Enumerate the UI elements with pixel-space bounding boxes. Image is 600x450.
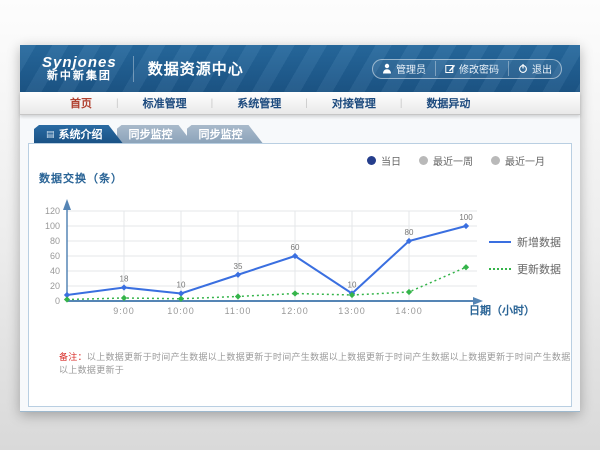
tab-item-2[interactable]: 同步监控: [187, 125, 263, 143]
logout-label: 退出: [532, 61, 552, 76]
nav-menu: 首页|标准管理|系统管理|对接管理|数据异动: [20, 92, 580, 115]
x-tick-label: 13:00: [338, 306, 366, 316]
footnote-prefix: 备注：: [59, 352, 87, 362]
data-point: [121, 284, 127, 290]
logo-company-name: 新中新集团: [42, 71, 117, 83]
radio-dot: [367, 156, 376, 165]
logout-button[interactable]: 退出: [508, 61, 561, 76]
nav-item-3[interactable]: 对接管理: [308, 95, 400, 111]
y-axis-arrow: [63, 199, 71, 210]
change-password-label: 修改密码: [459, 61, 499, 76]
legend-label: 更新数据: [517, 261, 561, 277]
data-point: [292, 290, 298, 296]
y-tick-label: 0: [55, 296, 60, 306]
user-name-label: 管理员: [396, 61, 426, 76]
radio-option-0[interactable]: 当日: [367, 153, 401, 168]
y-tick-label: 100: [45, 221, 60, 231]
footnote: 备注：以上数据更新于时间产生数据以上数据更新于时间产生数据以上数据更新于时间产生…: [59, 350, 571, 376]
x-tick-label: 10:00: [167, 306, 195, 316]
document-icon: ▤: [46, 130, 55, 139]
nav-item-0[interactable]: 首页: [46, 95, 116, 111]
data-point-label: 35: [234, 262, 243, 271]
data-point-label: 100: [459, 213, 473, 222]
current-user-button[interactable]: 管理员: [373, 61, 435, 76]
change-password-button[interactable]: 修改密码: [435, 61, 508, 76]
data-point: [406, 289, 412, 295]
legend-line-sample: [489, 268, 511, 270]
radio-dot: [419, 156, 428, 165]
range-radio-group: 当日 最近一周 最近一月: [367, 153, 545, 168]
y-tick-label: 40: [50, 266, 60, 276]
data-point-label: 60: [291, 243, 300, 252]
x-axis-arrow: [473, 297, 483, 305]
radio-option-1[interactable]: 最近一周: [419, 153, 473, 168]
logo-brand-name: Synjones: [42, 55, 117, 71]
header-divider: [133, 56, 134, 82]
app-title: 数据资源中心: [148, 58, 244, 79]
data-point: [235, 293, 241, 299]
x-tick-label: 11:00: [225, 306, 252, 316]
content-panel: 当日 最近一周 最近一月 数据交换（条） 0 20 40 60 80 100 120 9:00 10…: [28, 143, 572, 407]
x-tick-label: 14:00: [395, 306, 423, 316]
page: Synjones 新中新集团 数据资源中心 管理员 修改密码: [20, 45, 580, 412]
radio-label: 最近一月: [505, 153, 545, 168]
tab-label: 同步监控: [199, 126, 243, 142]
data-point: [463, 264, 469, 270]
nav-item-2[interactable]: 系统管理: [213, 95, 305, 111]
data-point-label: 10: [348, 281, 357, 290]
chart-legend: 新增数据更新数据: [489, 234, 561, 277]
data-point-label: 80: [405, 228, 414, 237]
chart-y-axis-title: 数据交换（条）: [39, 170, 123, 186]
legend-item-1: 更新数据: [489, 261, 561, 277]
radio-dot: [491, 156, 500, 165]
legend-item-0: 新增数据: [489, 234, 561, 250]
tab-item-0[interactable]: ▤ 系统介绍: [34, 125, 123, 143]
chart-svg: 0 20 40 60 80 100 120 9:00 10:00 11:00 12:00 13:00 1…: [37, 187, 537, 327]
nav-item-4[interactable]: 数据异动: [402, 95, 494, 111]
data-point: [463, 223, 469, 229]
y-tick-label: 120: [45, 206, 60, 216]
x-axis-title: 日期（小时）: [469, 303, 535, 317]
company-logo: Synjones 新中新集团: [42, 55, 117, 82]
footnote-text: 以上数据更新于时间产生数据以上数据更新于时间产生数据以上数据更新于时间产生数据以…: [59, 352, 571, 375]
data-point-label: 18: [120, 275, 129, 284]
user-menu: 管理员 修改密码 退出: [372, 59, 562, 79]
radio-option-2[interactable]: 最近一月: [491, 153, 545, 168]
radio-label: 最近一周: [433, 153, 473, 168]
y-tick-label: 80: [50, 236, 60, 246]
x-tick-label: 9:00: [113, 306, 135, 316]
y-tick-label: 60: [50, 251, 60, 261]
x-tick-label: 12:00: [281, 306, 309, 316]
legend-line-sample: [489, 241, 511, 243]
tabs-bar: ▤ 系统介绍 同步监控 同步监控: [20, 115, 580, 143]
tab-label: 同步监控: [129, 126, 173, 142]
data-point: [235, 272, 241, 278]
tab-label: 系统介绍: [59, 126, 103, 142]
app-header: Synjones 新中新集团 数据资源中心 管理员 修改密码: [20, 45, 580, 92]
edit-icon: [445, 63, 455, 74]
y-tick-label: 20: [50, 281, 60, 291]
data-point-label: 10: [177, 281, 186, 290]
nav-item-1[interactable]: 标准管理: [119, 95, 211, 111]
radio-label: 当日: [381, 153, 401, 168]
user-icon: [382, 63, 392, 74]
tab-item-1[interactable]: 同步监控: [117, 125, 193, 143]
power-icon: [518, 63, 528, 74]
legend-label: 新增数据: [517, 234, 561, 250]
